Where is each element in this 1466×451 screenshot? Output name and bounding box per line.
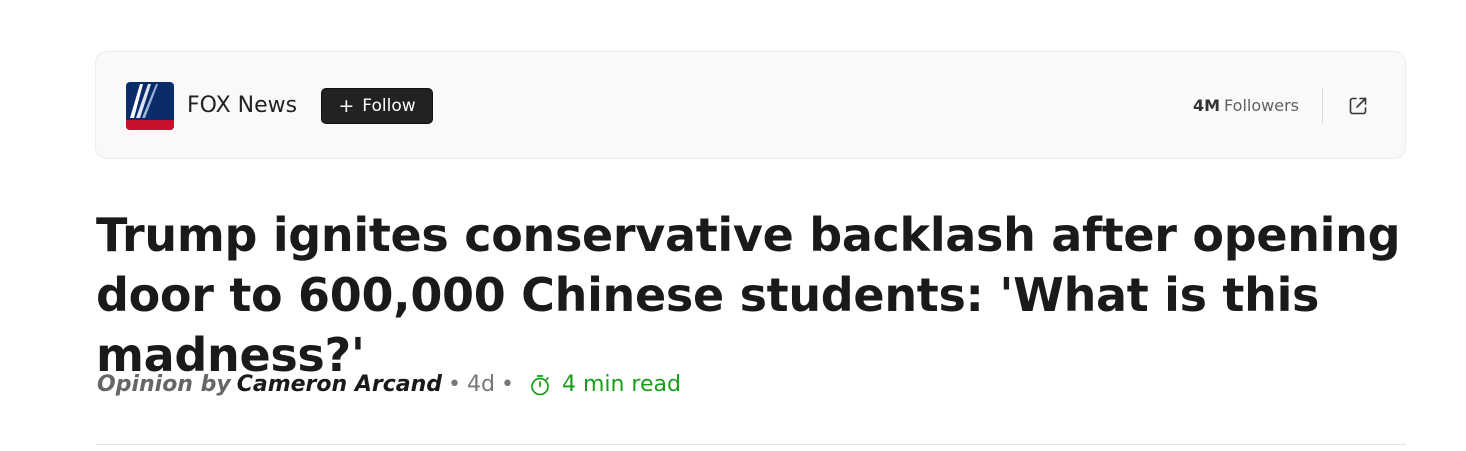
followers-number: 4M (1192, 96, 1221, 115)
author-name[interactable]: Cameron Arcand (237, 369, 442, 401)
follow-button[interactable]: + Follow (321, 88, 433, 124)
separator-dot: • (500, 372, 514, 397)
followers-label: Followers (1224, 96, 1299, 115)
article-age: 4d (467, 372, 495, 397)
stopwatch-icon (528, 373, 552, 397)
read-time: 4 min read (561, 372, 681, 397)
publisher-card: FOX News + Follow 4M Followers (95, 51, 1406, 159)
card-divider (1322, 88, 1323, 124)
fox-news-logo[interactable] (126, 82, 174, 130)
section-divider (96, 444, 1406, 445)
byline: Opinion by Cameron Arcand • 4d • 4 min r… (97, 369, 681, 401)
external-link-icon[interactable] (1347, 95, 1369, 117)
article-headline[interactable]: Trump ignites conservative backlash afte… (96, 205, 1406, 385)
followers-count: 4M Followers (1193, 96, 1299, 116)
plus-icon: + (338, 94, 355, 117)
separator-dot: • (448, 372, 461, 397)
opinion-label: Opinion by (97, 372, 231, 397)
publisher-name[interactable]: FOX News (187, 92, 297, 120)
follow-label: Follow (362, 96, 416, 116)
